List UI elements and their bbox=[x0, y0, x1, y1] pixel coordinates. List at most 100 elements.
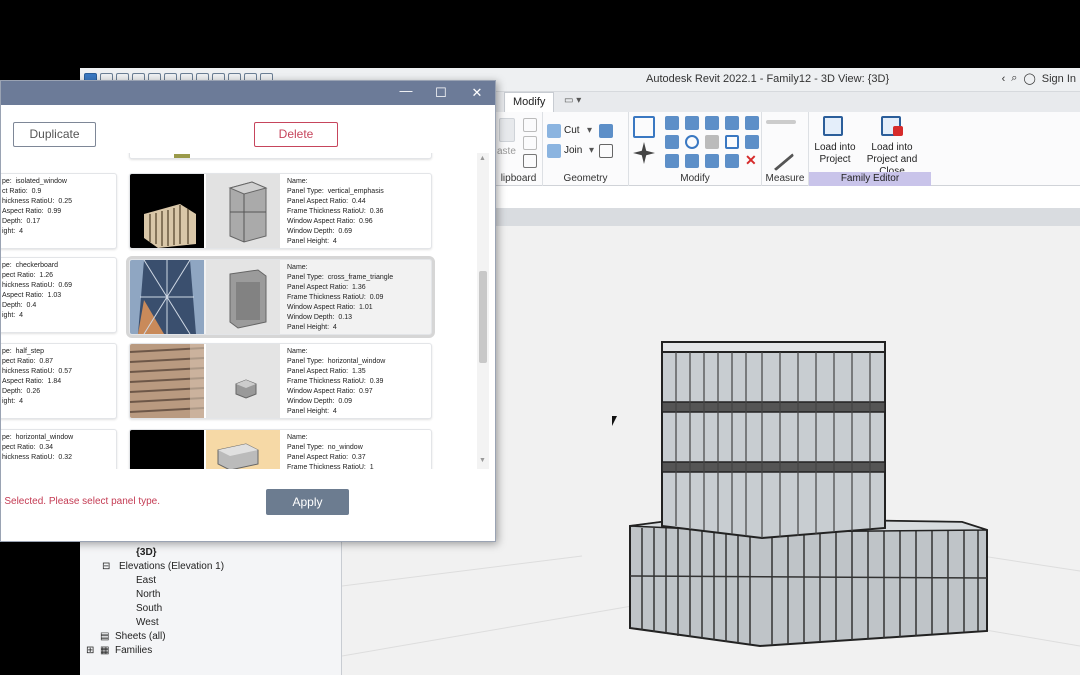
chevron-left-icon[interactable]: ‹ bbox=[1002, 73, 1006, 85]
move-icon[interactable] bbox=[633, 142, 655, 164]
match-properties-icon[interactable] bbox=[523, 154, 537, 168]
cut-dropdown-icon: ▾ bbox=[587, 125, 593, 136]
ribbon-group-modify: ✕ Modify bbox=[629, 112, 762, 186]
trim-extend-icon[interactable] bbox=[685, 154, 699, 168]
mirror-axis-icon[interactable] bbox=[685, 116, 699, 130]
copy-element-icon[interactable] bbox=[665, 135, 679, 149]
pin-icon[interactable] bbox=[745, 135, 759, 149]
mirror-draw-icon[interactable] bbox=[705, 116, 719, 130]
panel-card-checkerboard[interactable]: pe: checkerboard pect Ratio: 1.26 hickne… bbox=[1, 257, 117, 333]
panel-card-no-window[interactable]: Name: Panel Type: no_window Panel Aspect… bbox=[129, 429, 432, 469]
geometry-tool-icon[interactable] bbox=[599, 124, 613, 138]
modify-group-label: Modify bbox=[680, 173, 710, 184]
ribbon-group-geometry: Cut ▾ Join ▾ Geometry bbox=[543, 112, 629, 186]
tab-options-dropdown[interactable]: ▭ ▾ bbox=[564, 95, 581, 106]
trim-icon[interactable] bbox=[705, 135, 719, 149]
tree-item-sheets[interactable]: Sheets (all) bbox=[115, 631, 166, 642]
panel-card-info: Name: Panel Type: vertical_emphasis Pane… bbox=[287, 178, 384, 245]
panel-card-info: Name: Panel Type: cross_frame_triangle P… bbox=[287, 264, 394, 331]
paste-label: aste bbox=[497, 146, 516, 157]
scroll-down-icon[interactable]: ▼ bbox=[479, 457, 486, 464]
join-label[interactable]: Join bbox=[564, 145, 582, 156]
tree-item-families[interactable]: Families bbox=[115, 645, 152, 656]
copy-icon[interactable] bbox=[523, 136, 537, 150]
panel-card-vertical-emphasis[interactable]: Name: Panel Type: vertical_emphasis Pane… bbox=[129, 173, 432, 249]
panel-module-preview bbox=[206, 344, 280, 418]
dialog-title-bar: — ☐ ✕ bbox=[1, 81, 495, 105]
panel-thumbnail-strip bbox=[174, 154, 190, 158]
panel-card-horizontal-window[interactable]: Name: Panel Type: horizontal_window Pane… bbox=[129, 343, 432, 419]
apply-button[interactable]: Apply bbox=[266, 489, 349, 515]
join-geometry-icon[interactable] bbox=[547, 144, 561, 158]
panel-card-half-step[interactable]: pe: half_step pect Ratio: 0.87 hickness … bbox=[1, 343, 117, 419]
clipboard-group-label: lipboard bbox=[500, 173, 537, 184]
panel-building-preview bbox=[130, 430, 204, 469]
tab-modify[interactable]: Modify bbox=[504, 92, 555, 112]
tree-expand-icon[interactable]: ⊞ bbox=[86, 645, 94, 656]
panel-card-isolated-window[interactable]: pe: isolated_window ct Ratio: 0.9 hickne… bbox=[1, 173, 117, 249]
scrollbar-thumb[interactable] bbox=[479, 271, 487, 363]
aligned-dimension-icon[interactable] bbox=[766, 120, 796, 124]
list-scrollbar[interactable]: ▲ ▼ bbox=[477, 153, 489, 469]
panel-card-partial-right[interactable] bbox=[129, 153, 432, 159]
mouse-cursor-icon bbox=[612, 416, 617, 426]
split-icon[interactable] bbox=[725, 116, 739, 130]
window-title: Autodesk Revit 2022.1 - Family12 - 3D Vi… bbox=[646, 73, 890, 85]
array-icon[interactable] bbox=[725, 135, 739, 149]
cut-label[interactable]: Cut bbox=[564, 125, 580, 136]
tree-item-north[interactable]: North bbox=[136, 589, 160, 600]
load-into-project-icon[interactable] bbox=[823, 116, 843, 136]
scroll-up-icon[interactable]: ▲ bbox=[479, 155, 486, 162]
panel-building-preview bbox=[130, 260, 204, 334]
tree-item-3d-view[interactable]: {3D} bbox=[136, 547, 157, 558]
tree-collapse-icon[interactable]: ⊟ bbox=[102, 561, 110, 572]
panel-type-dialog: — ☐ ✕ Duplicate Delete pe: isolated_wind… bbox=[0, 80, 496, 542]
rotate-icon[interactable] bbox=[685, 135, 699, 149]
duplicate-button[interactable]: Duplicate bbox=[13, 122, 96, 147]
user-icon[interactable]: ◯ bbox=[1023, 72, 1035, 85]
cut-small-icon[interactable] bbox=[523, 118, 537, 132]
delete-button[interactable]: Delete bbox=[254, 122, 338, 147]
panel-card-horizontal-window-left[interactable]: pe: horizontal_window pect Ratio: 0.34 h… bbox=[1, 429, 117, 469]
panel-module-preview bbox=[206, 174, 280, 248]
join-dropdown-icon: ▾ bbox=[589, 145, 595, 156]
align-icon[interactable] bbox=[633, 116, 655, 138]
geometry-group-label: Geometry bbox=[563, 173, 608, 184]
minimize-icon[interactable]: — bbox=[397, 83, 415, 98]
ribbon-group-clipboard: aste lipboard bbox=[495, 112, 543, 186]
close-icon[interactable]: ✕ bbox=[468, 85, 486, 101]
panel-card-info: pe: horizontal_window pect Ratio: 0.34 h… bbox=[2, 434, 74, 461]
cut-geometry-icon[interactable] bbox=[547, 124, 561, 138]
panel-card-info: Name: Panel Type: no_window Panel Aspect… bbox=[287, 434, 374, 469]
family-editor-group-label: Family Editor bbox=[809, 172, 931, 186]
tree-item-elevations[interactable]: Elevations (Elevation 1) bbox=[119, 561, 224, 572]
panel-card-info: pe: checkerboard pect Ratio: 1.26 hickne… bbox=[2, 262, 73, 319]
extend-multiple-icon[interactable] bbox=[725, 154, 739, 168]
panel-card-cross-frame-triangle[interactable]: Name: Panel Type: cross_frame_triangle P… bbox=[126, 256, 435, 338]
tree-item-west[interactable]: West bbox=[136, 617, 159, 628]
panel-card-info: pe: isolated_window ct Ratio: 0.9 hickne… bbox=[2, 178, 73, 235]
sheets-icon: ▤ bbox=[100, 631, 110, 642]
extend-single-icon[interactable] bbox=[705, 154, 719, 168]
panel-module-preview bbox=[206, 430, 280, 469]
panel-card-info: Name: Panel Type: horizontal_window Pane… bbox=[287, 348, 386, 415]
panel-module-preview bbox=[206, 260, 280, 334]
ribbon-group-measure: Measure bbox=[761, 112, 809, 186]
offset-icon[interactable] bbox=[665, 116, 679, 130]
split-gap-icon[interactable] bbox=[745, 116, 759, 130]
split-face-icon[interactable] bbox=[599, 144, 613, 158]
sign-in-link[interactable]: Sign In bbox=[1042, 73, 1076, 85]
paste-icon[interactable] bbox=[499, 118, 515, 142]
close-badge-icon bbox=[893, 126, 903, 136]
panel-card-info: pe: half_step pect Ratio: 0.87 hickness … bbox=[2, 348, 73, 405]
tree-item-east[interactable]: East bbox=[136, 575, 156, 586]
panel-type-list[interactable]: pe: isolated_window ct Ratio: 0.9 hickne… bbox=[1, 153, 489, 469]
maximize-icon[interactable]: ☐ bbox=[432, 85, 450, 101]
measure-group-label: Measure bbox=[765, 173, 805, 184]
binoculars-icon[interactable]: ⌕ bbox=[1011, 72, 1017, 85]
tree-item-south[interactable]: South bbox=[136, 603, 162, 614]
scale-icon[interactable] bbox=[665, 154, 679, 168]
delete-icon[interactable]: ✕ bbox=[745, 152, 757, 169]
measure-tool-icon[interactable] bbox=[761, 138, 795, 172]
load-into-project-button[interactable]: Load into Project bbox=[811, 142, 859, 166]
